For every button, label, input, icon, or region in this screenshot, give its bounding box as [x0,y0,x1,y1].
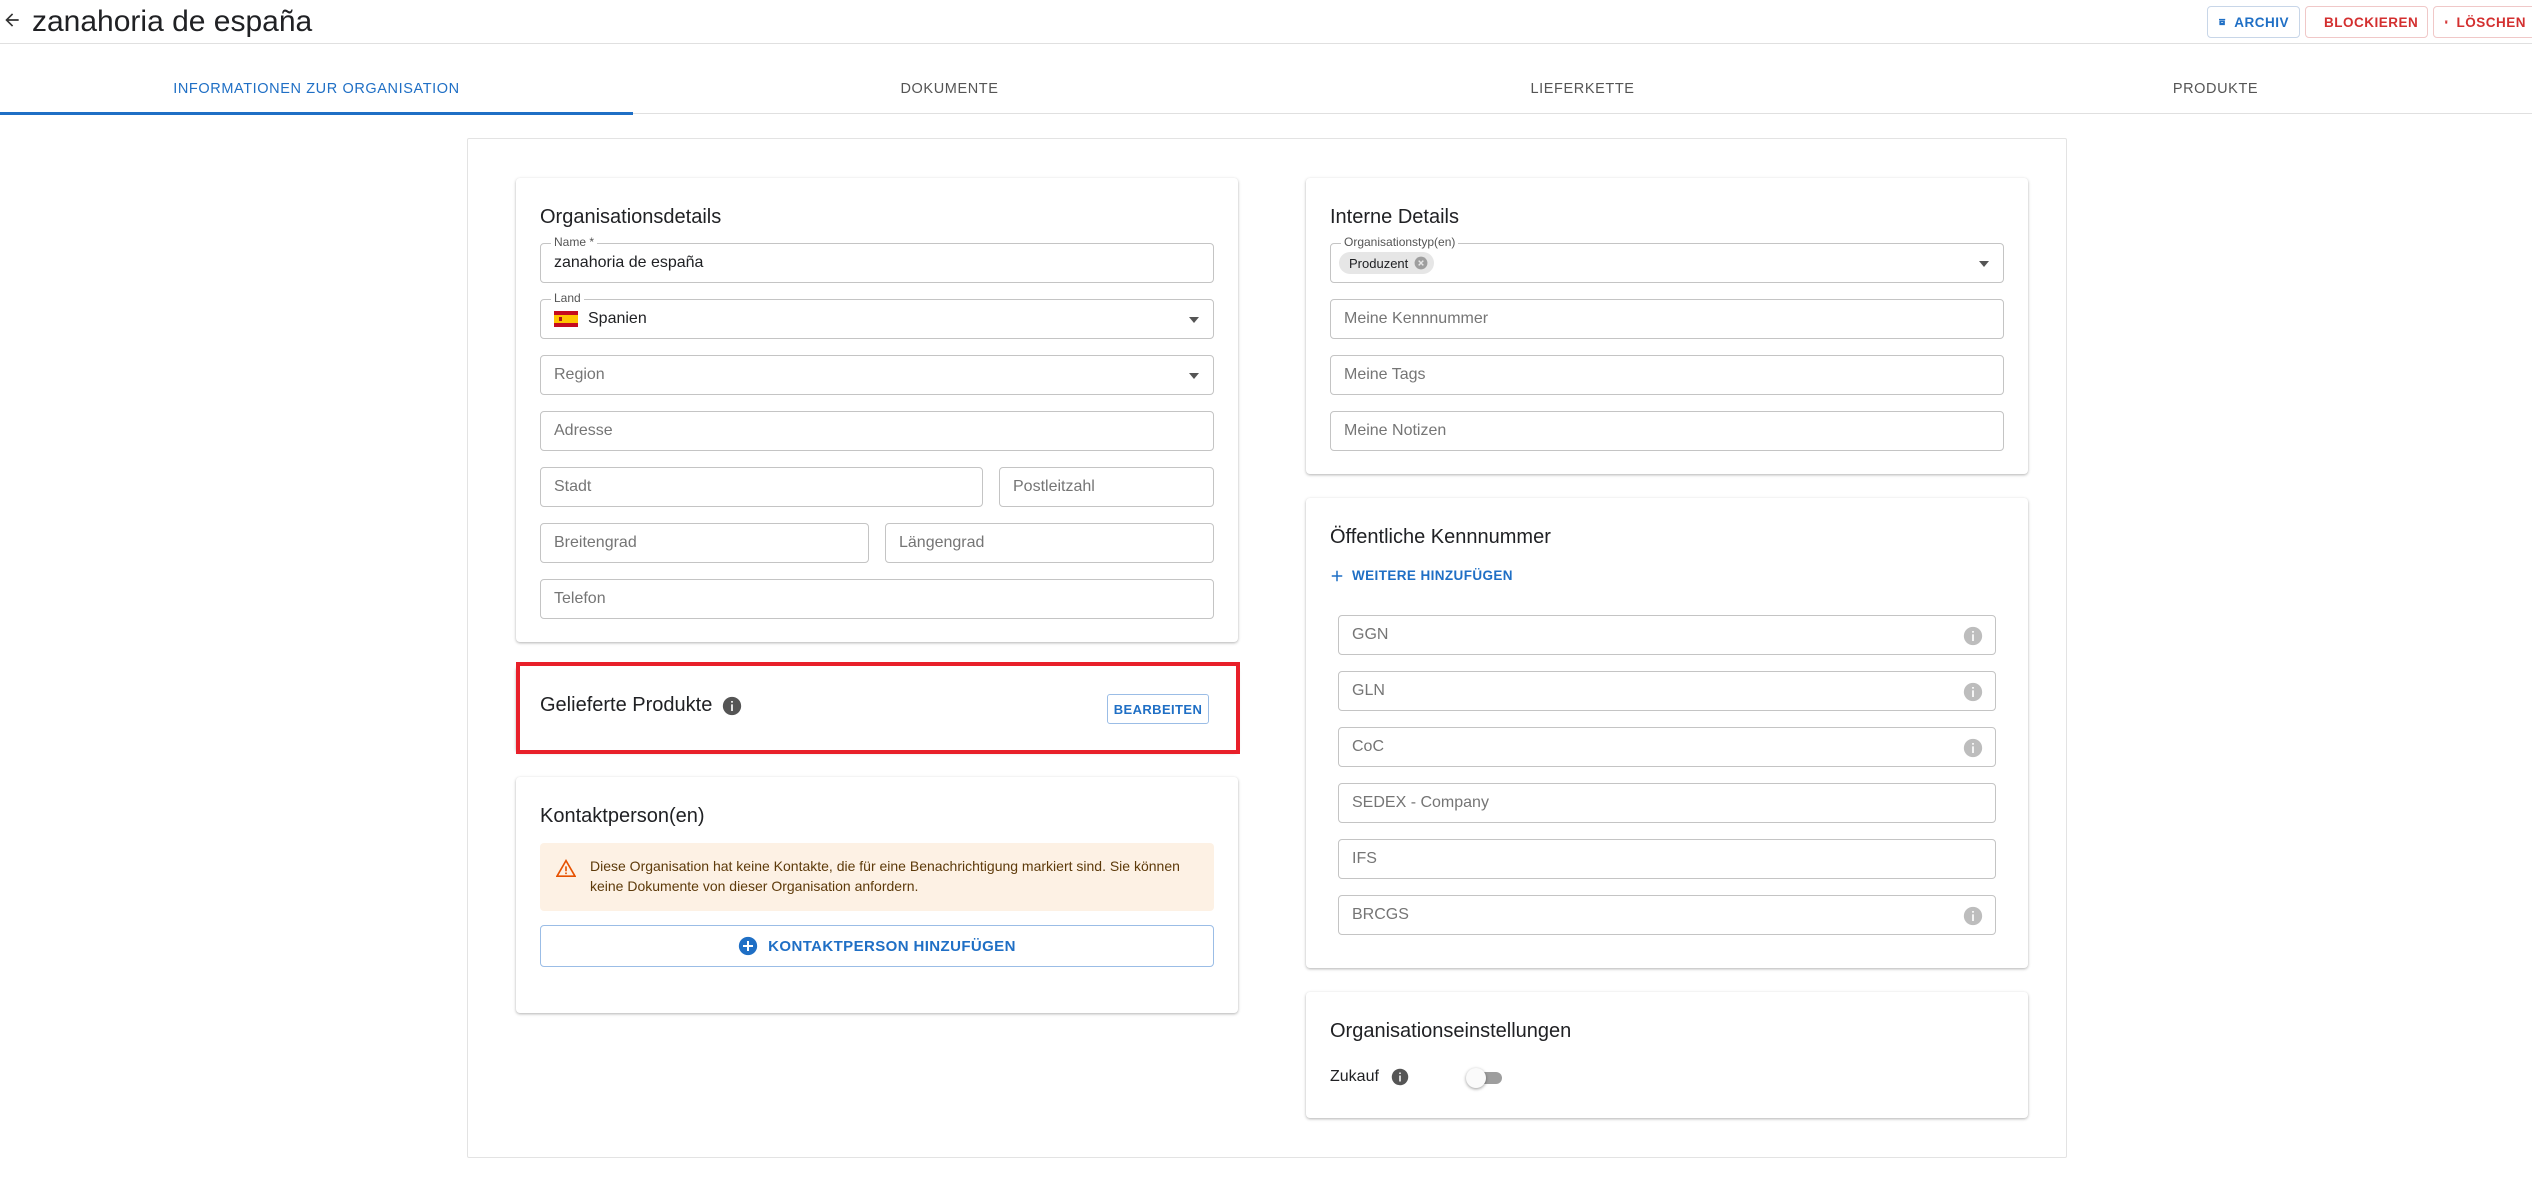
org-details-title: Organisationsdetails [540,206,722,228]
country-select-value: Spanien [588,310,647,327]
organisation-type-label: Organisationstyp(en) [1341,235,1459,249]
tab-products[interactable]: PRODUKTE [1899,64,2532,114]
longitude-placeholder: Längengrad [899,534,985,551]
toggle-thumb [1466,1068,1486,1088]
name-field-value: zanahoria de españa [554,254,704,271]
gln-placeholder: GLN [1352,682,1385,699]
page-header: zanahoria de españa ARCHIV BLOCKIEREN LÖ… [0,0,2532,44]
content-frame: Organisationsdetails Name * zanahoria de… [467,138,2067,1158]
ifs-field[interactable]: IFS [1338,839,1996,879]
trash-icon [2444,20,2448,24]
contacts-card: Kontaktperson(en) Diese Organisation hat… [516,777,1238,1013]
coc-field[interactable]: CoC [1338,727,1996,767]
spain-flag-icon [554,311,578,327]
archive-box-icon [2219,18,2226,26]
public-ids-title: Öffentliche Kennnummer [1330,526,1551,548]
tab-organisation-info[interactable]: INFORMATIONEN ZUR ORGANISATION [0,64,633,115]
page-title: zanahoria de españa [32,5,313,38]
info-icon[interactable] [1963,738,1983,758]
highlight-box [516,662,1240,754]
arrow-left-icon[interactable] [2,10,22,30]
coc-placeholder: CoC [1352,738,1385,755]
zip-field[interactable]: Postleitzahl [999,467,1214,507]
city-field[interactable]: Stadt [540,467,983,507]
tab-bar: INFORMATIONEN ZUR ORGANISATION DOKUMENTE… [0,64,2532,115]
type-chip[interactable]: Produzent [1339,252,1435,274]
add-contact-button[interactable]: KONTAKTPERSON HINZUFÜGEN [540,925,1214,967]
chevron-down-icon [1979,261,1989,267]
my-tags-placeholder: Meine Tags [1344,366,1426,383]
block-button[interactable]: BLOCKIEREN [2305,6,2428,38]
chip-remove-icon[interactable] [1414,256,1428,270]
latitude-field[interactable]: Breitengrad [540,523,869,563]
org-details-card: Organisationsdetails Name * zanahoria de… [516,178,1238,642]
warning-line-2: keine Dokumente von dieser Organisation … [590,878,919,894]
ggn-field[interactable]: GGN [1338,615,1996,655]
phone-placeholder: Telefon [554,590,606,607]
info-icon[interactable] [1391,1068,1409,1086]
tab-documents[interactable]: DOKUMENTE [633,64,1266,114]
brcgs-placeholder: BRCGS [1352,906,1409,923]
longitude-field[interactable]: Längengrad [885,523,1214,563]
phone-field[interactable]: Telefon [540,579,1214,619]
brcgs-field[interactable]: BRCGS [1338,895,1996,935]
region-select[interactable]: Region [540,355,1214,395]
delete-button[interactable]: LÖSCHEN [2433,6,2532,38]
my-notes-placeholder: Meine Notizen [1344,422,1447,439]
tab-supply-chain[interactable]: LIEFERKETTE [1266,64,1899,114]
add-more-ids-label: WEITERE HINZUFÜGEN [1352,568,1513,583]
plus-icon [1331,570,1343,581]
zukauf-label: Zukauf [1330,1068,1379,1085]
archive-button-label: ARCHIV [2234,14,2289,30]
latitude-placeholder: Breitengrad [554,534,637,551]
org-settings-card: Organisationseinstellungen Zukauf [1306,992,2028,1118]
block-button-label: BLOCKIEREN [2324,14,2419,30]
city-placeholder: Stadt [554,478,592,495]
zukauf-toggle[interactable] [1466,1067,1506,1089]
org-settings-title: Organisationseinstellungen [1330,1020,1572,1042]
gln-field[interactable]: GLN [1338,671,1996,711]
plus-circle-icon [739,936,758,956]
name-field-label: Name * [551,235,598,249]
internal-details-title: Interne Details [1330,206,1459,228]
zukauf-row: Zukauf [1330,1068,1409,1086]
chevron-down-icon [1189,317,1199,323]
organisation-type-select[interactable]: Organisationstyp(en) Produzent [1330,235,2004,283]
add-more-ids-button[interactable]: WEITERE HINZUFÜGEN [1330,568,1513,583]
address-placeholder: Adresse [554,422,613,439]
sedex-field[interactable]: SEDEX - Company [1338,783,1996,823]
my-id-placeholder: Meine Kennnummer [1344,310,1489,327]
ggn-placeholder: GGN [1352,626,1389,643]
warning-triangle-icon [556,859,576,877]
chevron-down-icon [1189,373,1199,379]
region-placeholder: Region [554,366,605,383]
info-icon[interactable] [1963,682,1983,702]
contacts-title: Kontaktperson(en) [540,805,705,827]
my-tags-field[interactable]: Meine Tags [1330,355,2004,395]
name-field[interactable]: Name * zanahoria de españa [540,235,1214,283]
zip-placeholder: Postleitzahl [1013,478,1095,495]
info-icon[interactable] [1963,626,1983,646]
warning-line-1: Diese Organisation hat keine Kontakte, d… [590,858,1180,874]
ifs-placeholder: IFS [1352,850,1377,867]
country-select[interactable]: Land Spanien [540,291,1214,339]
add-contact-label: KONTAKTPERSON HINZUFÜGEN [768,937,1016,955]
internal-details-card: Interne Details Organisationstyp(en) Pro… [1306,178,2028,474]
type-chip-label: Produzent [1349,255,1409,271]
country-select-label: Land [551,291,584,305]
my-id-field[interactable]: Meine Kennnummer [1330,299,2004,339]
my-notes-field[interactable]: Meine Notizen [1330,411,2004,451]
address-field[interactable]: Adresse [540,411,1214,451]
archive-button[interactable]: ARCHIV [2207,6,2300,38]
public-ids-card: Öffentliche Kennnummer WEITERE HINZUFÜGE… [1306,498,2028,968]
no-contacts-warning: Diese Organisation hat keine Kontakte, d… [540,843,1214,911]
info-icon[interactable] [1963,906,1983,926]
delete-button-label: LÖSCHEN [2456,14,2526,30]
sedex-placeholder: SEDEX - Company [1352,794,1489,811]
